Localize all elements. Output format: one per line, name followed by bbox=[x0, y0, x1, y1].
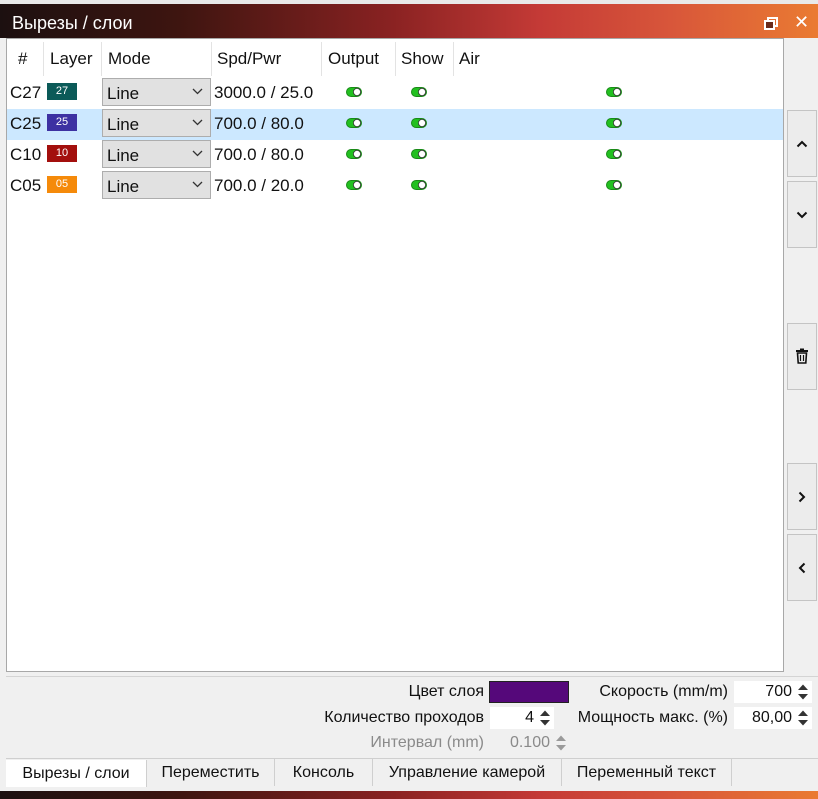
layer-properties-panel: Цвет слоя Количество проходов 4 Интервал… bbox=[6, 676, 818, 757]
mode-value: Line bbox=[107, 84, 140, 103]
spin-arrows-icon[interactable] bbox=[538, 708, 552, 728]
header-number[interactable]: # bbox=[18, 39, 27, 77]
header-show[interactable]: Show bbox=[401, 39, 444, 77]
air-toggle-icon[interactable] bbox=[606, 87, 622, 97]
layer-color-picker[interactable] bbox=[489, 681, 569, 703]
header-air[interactable]: Air bbox=[459, 39, 480, 77]
move-up-button[interactable] bbox=[787, 110, 817, 177]
chevron-down-icon bbox=[192, 119, 203, 126]
output-toggle-icon[interactable] bbox=[346, 87, 362, 97]
row-id: C27 bbox=[10, 83, 42, 102]
chevron-down-icon bbox=[796, 211, 808, 219]
show-toggle-icon[interactable] bbox=[411, 118, 427, 128]
header-spdpwr[interactable]: Spd/Pwr bbox=[217, 39, 281, 77]
chevron-down-icon bbox=[192, 150, 203, 157]
table-row[interactable]: C25 25 Line 700.0 / 80.0 bbox=[7, 109, 783, 140]
trash-icon bbox=[796, 348, 808, 364]
interval-value: 0.100 bbox=[509, 734, 550, 751]
air-toggle-icon[interactable] bbox=[606, 180, 622, 190]
tab-variable-text[interactable]: Переменный текст bbox=[562, 759, 732, 786]
speed-power-value: 3000.0 / 25.0 bbox=[214, 83, 314, 102]
passes-label: Количество проходов bbox=[324, 709, 484, 726]
layer-color-swatch[interactable]: 10 bbox=[47, 145, 77, 162]
next-button[interactable] bbox=[787, 463, 817, 530]
header-layer[interactable]: Layer bbox=[50, 39, 93, 77]
show-toggle-icon[interactable] bbox=[411, 180, 427, 190]
table-row[interactable]: C27 27 Line 3000.0 / 25.0 bbox=[7, 78, 783, 109]
tab-move[interactable]: Переместить bbox=[147, 759, 275, 786]
previous-button[interactable] bbox=[787, 534, 817, 601]
interval-spinbox[interactable]: 0.100 bbox=[490, 732, 570, 754]
chevron-down-icon bbox=[192, 88, 203, 95]
output-toggle-icon[interactable] bbox=[346, 180, 362, 190]
chevron-up-icon bbox=[796, 140, 808, 148]
spin-arrows-icon[interactable] bbox=[554, 733, 568, 753]
show-toggle-icon[interactable] bbox=[411, 149, 427, 159]
output-toggle-icon[interactable] bbox=[346, 149, 362, 159]
mode-value: Line bbox=[107, 115, 140, 134]
speed-spinbox[interactable]: 700 bbox=[734, 681, 812, 703]
bottom-tab-bar: Вырезы / слои Переместить Консоль Управл… bbox=[6, 758, 818, 787]
power-spinbox[interactable]: 80,00 bbox=[734, 707, 812, 729]
layer-color-swatch[interactable]: 05 bbox=[47, 176, 77, 193]
speed-value: 700 bbox=[765, 683, 792, 700]
layer-color-label: Цвет слоя bbox=[408, 683, 484, 700]
header-output[interactable]: Output bbox=[328, 39, 379, 77]
speed-label: Скорость (mm/m) bbox=[599, 683, 728, 700]
show-toggle-icon[interactable] bbox=[411, 87, 427, 97]
float-window-icon[interactable] bbox=[764, 17, 778, 30]
air-toggle-icon[interactable] bbox=[606, 118, 622, 128]
row-id: C10 bbox=[10, 145, 42, 164]
chevron-left-icon bbox=[798, 562, 806, 574]
chevron-right-icon bbox=[798, 491, 806, 503]
interval-label: Интервал (mm) bbox=[370, 734, 484, 751]
chevron-down-icon bbox=[192, 181, 203, 188]
passes-spinbox[interactable]: 4 bbox=[490, 707, 554, 729]
mode-select[interactable]: Line bbox=[102, 171, 211, 199]
move-down-button[interactable] bbox=[787, 181, 817, 248]
layer-color-swatch[interactable]: 27 bbox=[47, 83, 77, 100]
header-mode[interactable]: Mode bbox=[108, 39, 151, 77]
row-id: C25 bbox=[10, 114, 42, 133]
table-row[interactable]: C10 10 Line 700.0 / 80.0 bbox=[7, 140, 783, 171]
speed-power-value: 700.0 / 80.0 bbox=[214, 145, 304, 164]
mode-select[interactable]: Line bbox=[102, 78, 211, 106]
window-titlebar: Вырезы / слои ✕ bbox=[0, 0, 818, 38]
passes-value: 4 bbox=[525, 709, 534, 726]
spin-arrows-icon[interactable] bbox=[796, 682, 810, 702]
tab-camera-control[interactable]: Управление камерой bbox=[373, 759, 562, 786]
tab-console[interactable]: Консоль bbox=[275, 759, 373, 786]
speed-power-value: 700.0 / 20.0 bbox=[214, 176, 304, 195]
output-toggle-icon[interactable] bbox=[346, 118, 362, 128]
delete-layer-button[interactable] bbox=[787, 323, 817, 390]
row-id: C05 bbox=[10, 176, 42, 195]
power-value: 80,00 bbox=[751, 709, 792, 726]
layer-color-swatch[interactable]: 25 bbox=[47, 114, 77, 131]
mode-value: Line bbox=[107, 146, 140, 165]
air-toggle-icon[interactable] bbox=[606, 149, 622, 159]
table-row[interactable]: C05 05 Line 700.0 / 20.0 bbox=[7, 171, 783, 202]
mode-select[interactable]: Line bbox=[102, 109, 211, 137]
close-icon[interactable]: ✕ bbox=[794, 11, 809, 33]
power-label: Мощность макс. (%) bbox=[577, 709, 728, 726]
mode-select[interactable]: Line bbox=[102, 140, 211, 168]
spin-arrows-icon[interactable] bbox=[796, 708, 810, 728]
window-title: Вырезы / слои bbox=[12, 13, 133, 33]
bottom-gradient-bar bbox=[0, 791, 818, 799]
speed-power-value: 700.0 / 80.0 bbox=[214, 114, 304, 133]
layers-table: # Layer Mode Spd/Pwr Output Show Air C27… bbox=[6, 38, 784, 672]
tab-cuts-layers[interactable]: Вырезы / слои bbox=[6, 760, 147, 787]
mode-value: Line bbox=[107, 177, 140, 196]
